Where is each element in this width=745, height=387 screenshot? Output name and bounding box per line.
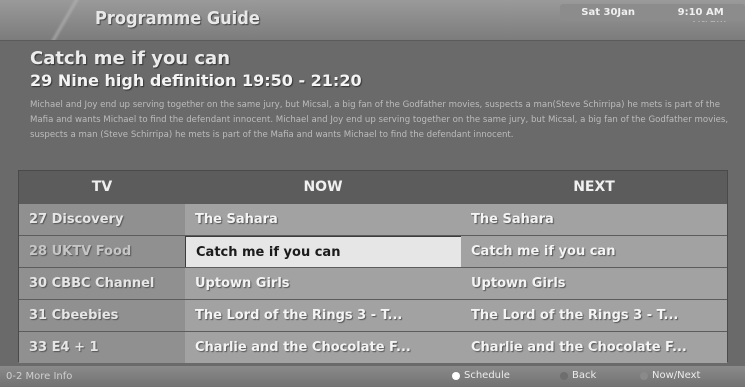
channel-cell[interactable]: 28 UKTV Food bbox=[19, 236, 185, 267]
now-cell[interactable]: The Sahara bbox=[185, 204, 461, 235]
white-dot-icon bbox=[452, 371, 460, 380]
more-info-hint: 0-2 More Info bbox=[6, 371, 73, 382]
table-row[interactable]: 31 Cbeebies The Lord of the Rings 3 - T.… bbox=[19, 299, 727, 331]
programme-channel-time: 29 Nine high definition 19:50 - 21:20 bbox=[30, 71, 362, 90]
next-cell[interactable]: The Sahara bbox=[461, 204, 727, 235]
back-button[interactable]: Back bbox=[560, 370, 596, 381]
now-next-button[interactable]: Now/Next bbox=[640, 370, 700, 381]
programme-description: Michael and Joy end up serving together … bbox=[30, 100, 729, 140]
footer-bar: 0-2 More Info Schedule Back Now/Next bbox=[0, 366, 745, 387]
now-cell[interactable]: The Lord of the Rings 3 - T... bbox=[185, 300, 461, 331]
next-cell[interactable]: Charlie and the Chocolate F... bbox=[461, 332, 727, 363]
title-decoration bbox=[40, 0, 90, 40]
schedule-button[interactable]: Schedule bbox=[452, 370, 510, 381]
channel-cell[interactable]: 27 Discovery bbox=[19, 204, 185, 235]
channel-cell[interactable]: 30 CBBC Channel bbox=[19, 268, 185, 299]
date-label: Sat 30Jan bbox=[581, 7, 636, 18]
header-tv: TV bbox=[19, 171, 186, 203]
guide-grid: TV NOW NEXT 27 Discovery The Sahara The … bbox=[18, 170, 728, 363]
next-cell[interactable]: Uptown Girls bbox=[461, 268, 727, 299]
header-now: NOW bbox=[185, 171, 462, 203]
now-cell[interactable]: Uptown Girls bbox=[185, 268, 461, 299]
table-row[interactable]: 33 E4 + 1 Charlie and the Chocolate F...… bbox=[19, 331, 727, 363]
now-cell[interactable]: Charlie and the Chocolate F... bbox=[185, 332, 461, 363]
date-time-box: Sat 30Jan 9:10 AM bbox=[560, 4, 745, 21]
schedule-label: Schedule bbox=[464, 370, 510, 381]
table-row[interactable]: 28 UKTV Food Catch me if you can Catch m… bbox=[19, 235, 727, 269]
programme-title: Catch me if you can bbox=[30, 48, 231, 69]
header-next: NEXT bbox=[461, 171, 727, 203]
dark-dot-icon bbox=[560, 371, 568, 380]
grey-dot-icon bbox=[640, 371, 648, 380]
next-cell[interactable]: The Lord of the Rings 3 - T... bbox=[461, 300, 727, 331]
now-next-label: Now/Next bbox=[652, 370, 701, 381]
channel-cell[interactable]: 33 E4 + 1 bbox=[19, 332, 185, 363]
now-cell-selected[interactable]: Catch me if you can bbox=[185, 236, 463, 269]
time-label: 9:10 AM bbox=[677, 7, 724, 18]
channel-cell[interactable]: 31 Cbeebies bbox=[19, 300, 185, 331]
back-label: Back bbox=[572, 370, 597, 381]
page-title: Programme Guide bbox=[95, 8, 260, 29]
table-row[interactable]: 30 CBBC Channel Uptown Girls Uptown Girl… bbox=[19, 267, 727, 299]
table-row[interactable]: 27 Discovery The Sahara The Sahara bbox=[19, 203, 727, 235]
next-cell[interactable]: Catch me if you can bbox=[461, 236, 727, 267]
